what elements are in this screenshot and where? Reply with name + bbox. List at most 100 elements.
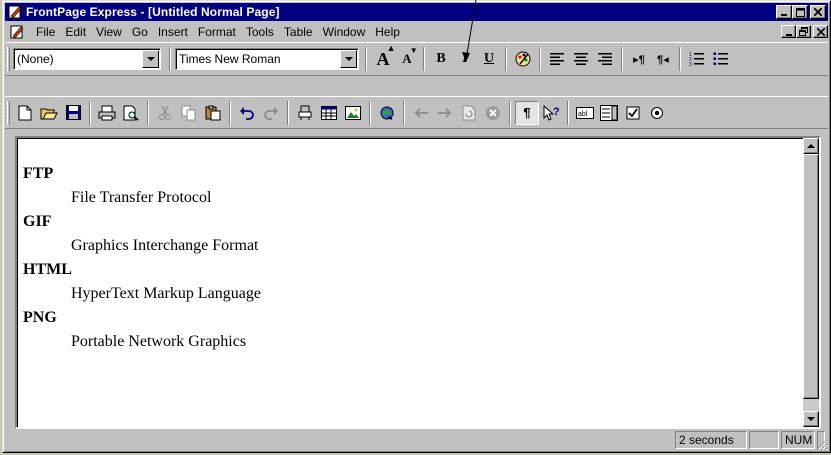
bulleted-list-button[interactable] [709,47,733,71]
format-toolbar: (None) Times New Roman A ▲ A ▼ B I U ▸¶ … [5,42,828,76]
menu-view[interactable]: View [91,25,127,39]
status-num-lock: NUM [781,431,815,449]
term-gif: GIF [23,213,52,230]
doc-close-button[interactable] [813,25,828,38]
menu-insert[interactable]: Insert [153,25,193,39]
maximize-button[interactable] [792,5,808,19]
scroll-up-button[interactable] [803,138,819,154]
editor-document[interactable]: FTP File Transfer Protocol GIF Graphics … [15,136,821,429]
insert-image-button[interactable] [341,101,365,125]
web-bot-icon [298,105,312,120]
decrease-font-button[interactable]: A ▼ [395,46,419,71]
text-box-button[interactable]: abl [573,101,597,125]
increase-indent-button[interactable]: ▸¶ [627,47,651,71]
forward-icon [438,107,452,118]
resize-grip-icon[interactable] [814,437,828,451]
vertical-scrollbar[interactable] [803,138,819,427]
save-icon [65,105,81,120]
new-page-button[interactable] [13,101,37,125]
cut-button[interactable] [153,101,177,125]
toolbar-separator [539,47,541,71]
web-bot-button[interactable] [293,101,317,125]
open-button[interactable] [37,101,61,125]
menu-help[interactable]: Help [370,25,405,39]
menu-table[interactable]: Table [279,25,318,39]
title-bar[interactable]: FrontPage Express - [Untitled Normal Pag… [5,3,828,21]
bold-button[interactable]: B [429,47,453,71]
toolbar-separator [509,100,511,125]
scroll-thumb[interactable] [803,154,819,399]
redo-button[interactable] [259,101,283,125]
copy-icon [181,105,196,120]
bold-icon: B [436,51,446,66]
style-dropdown-button[interactable] [142,50,159,68]
close-icon [816,27,825,36]
menu-go[interactable]: Go [127,25,153,39]
copy-button[interactable] [177,101,201,125]
style-select-value: (None) [17,52,54,66]
minimize-button[interactable] [776,5,792,19]
definition-ftp: File Transfer Protocol [71,189,212,206]
undo-button[interactable] [235,101,259,125]
menu-bar: File Edit View Go Insert Format Tools Ta… [5,22,828,42]
print-icon [98,105,116,120]
align-right-button[interactable] [593,47,617,71]
numbered-list-button[interactable]: 123 [685,47,709,71]
stop-button[interactable] [481,101,505,125]
toolbar-separator [287,100,289,125]
menu-file[interactable]: File [31,25,60,39]
scroll-down-button[interactable] [803,411,819,427]
menu-window[interactable]: Window [318,25,371,39]
underline-button[interactable]: U [477,47,501,71]
increase-font-icon: A ▲ [376,42,396,69]
paste-button[interactable] [201,101,225,125]
toolbar-grip[interactable] [7,100,10,125]
menu-tools[interactable]: Tools [241,25,279,39]
radio-button-button[interactable] [645,101,669,125]
document-control-icon[interactable] [9,24,25,40]
toolbar-separator [369,100,371,125]
close-button[interactable] [810,5,826,19]
align-center-button[interactable] [569,47,593,71]
font-select[interactable]: Times New Roman [175,48,359,70]
status-message-panel [5,431,671,449]
show-paragraph-marks-button[interactable]: ¶ [515,100,539,125]
refresh-button[interactable] [457,101,481,125]
decrease-indent-button[interactable]: ¶◂ [651,47,675,71]
checkbox-icon [626,106,640,119]
style-select[interactable]: (None) [13,48,161,70]
align-left-icon [550,53,564,65]
svg-text:abl: abl [578,111,588,118]
forward-button[interactable] [433,101,457,125]
hyperlink-button[interactable] [375,101,399,125]
increase-font-button[interactable]: A ▲ [371,42,396,71]
help-pointer-icon: ? [543,104,560,121]
print-button[interactable] [95,101,119,125]
doc-restore-button[interactable] [796,25,811,38]
numbered-list-icon: 123 [689,52,704,67]
italic-button[interactable]: I [453,47,477,71]
scrolling-text-box-button[interactable] [597,101,621,125]
back-button[interactable] [409,101,433,125]
align-left-button[interactable] [545,47,569,71]
toolbar-separator [89,100,91,125]
back-icon [414,107,428,118]
text-color-button[interactable] [511,47,535,71]
toolbar-grip[interactable] [7,47,10,71]
menu-format[interactable]: Format [193,25,241,39]
radio-button-icon [651,106,663,119]
print-preview-button[interactable] [119,101,143,125]
frontpage-app-icon[interactable] [7,4,23,20]
doc-minimize-button[interactable] [781,25,796,38]
frontpage-window: FrontPage Express - [Untitled Normal Pag… [2,0,831,453]
font-dropdown-button[interactable] [340,50,357,68]
menu-edit[interactable]: Edit [60,25,91,39]
text-color-icon [515,51,531,67]
svg-text:?: ? [553,106,560,118]
insert-image-icon [345,105,361,120]
checkbox-button[interactable] [621,101,645,125]
insert-table-button[interactable] [317,101,341,125]
save-button[interactable] [61,101,85,125]
chevron-down-icon [146,57,155,61]
help-pointer-button[interactable]: ? [539,101,563,125]
